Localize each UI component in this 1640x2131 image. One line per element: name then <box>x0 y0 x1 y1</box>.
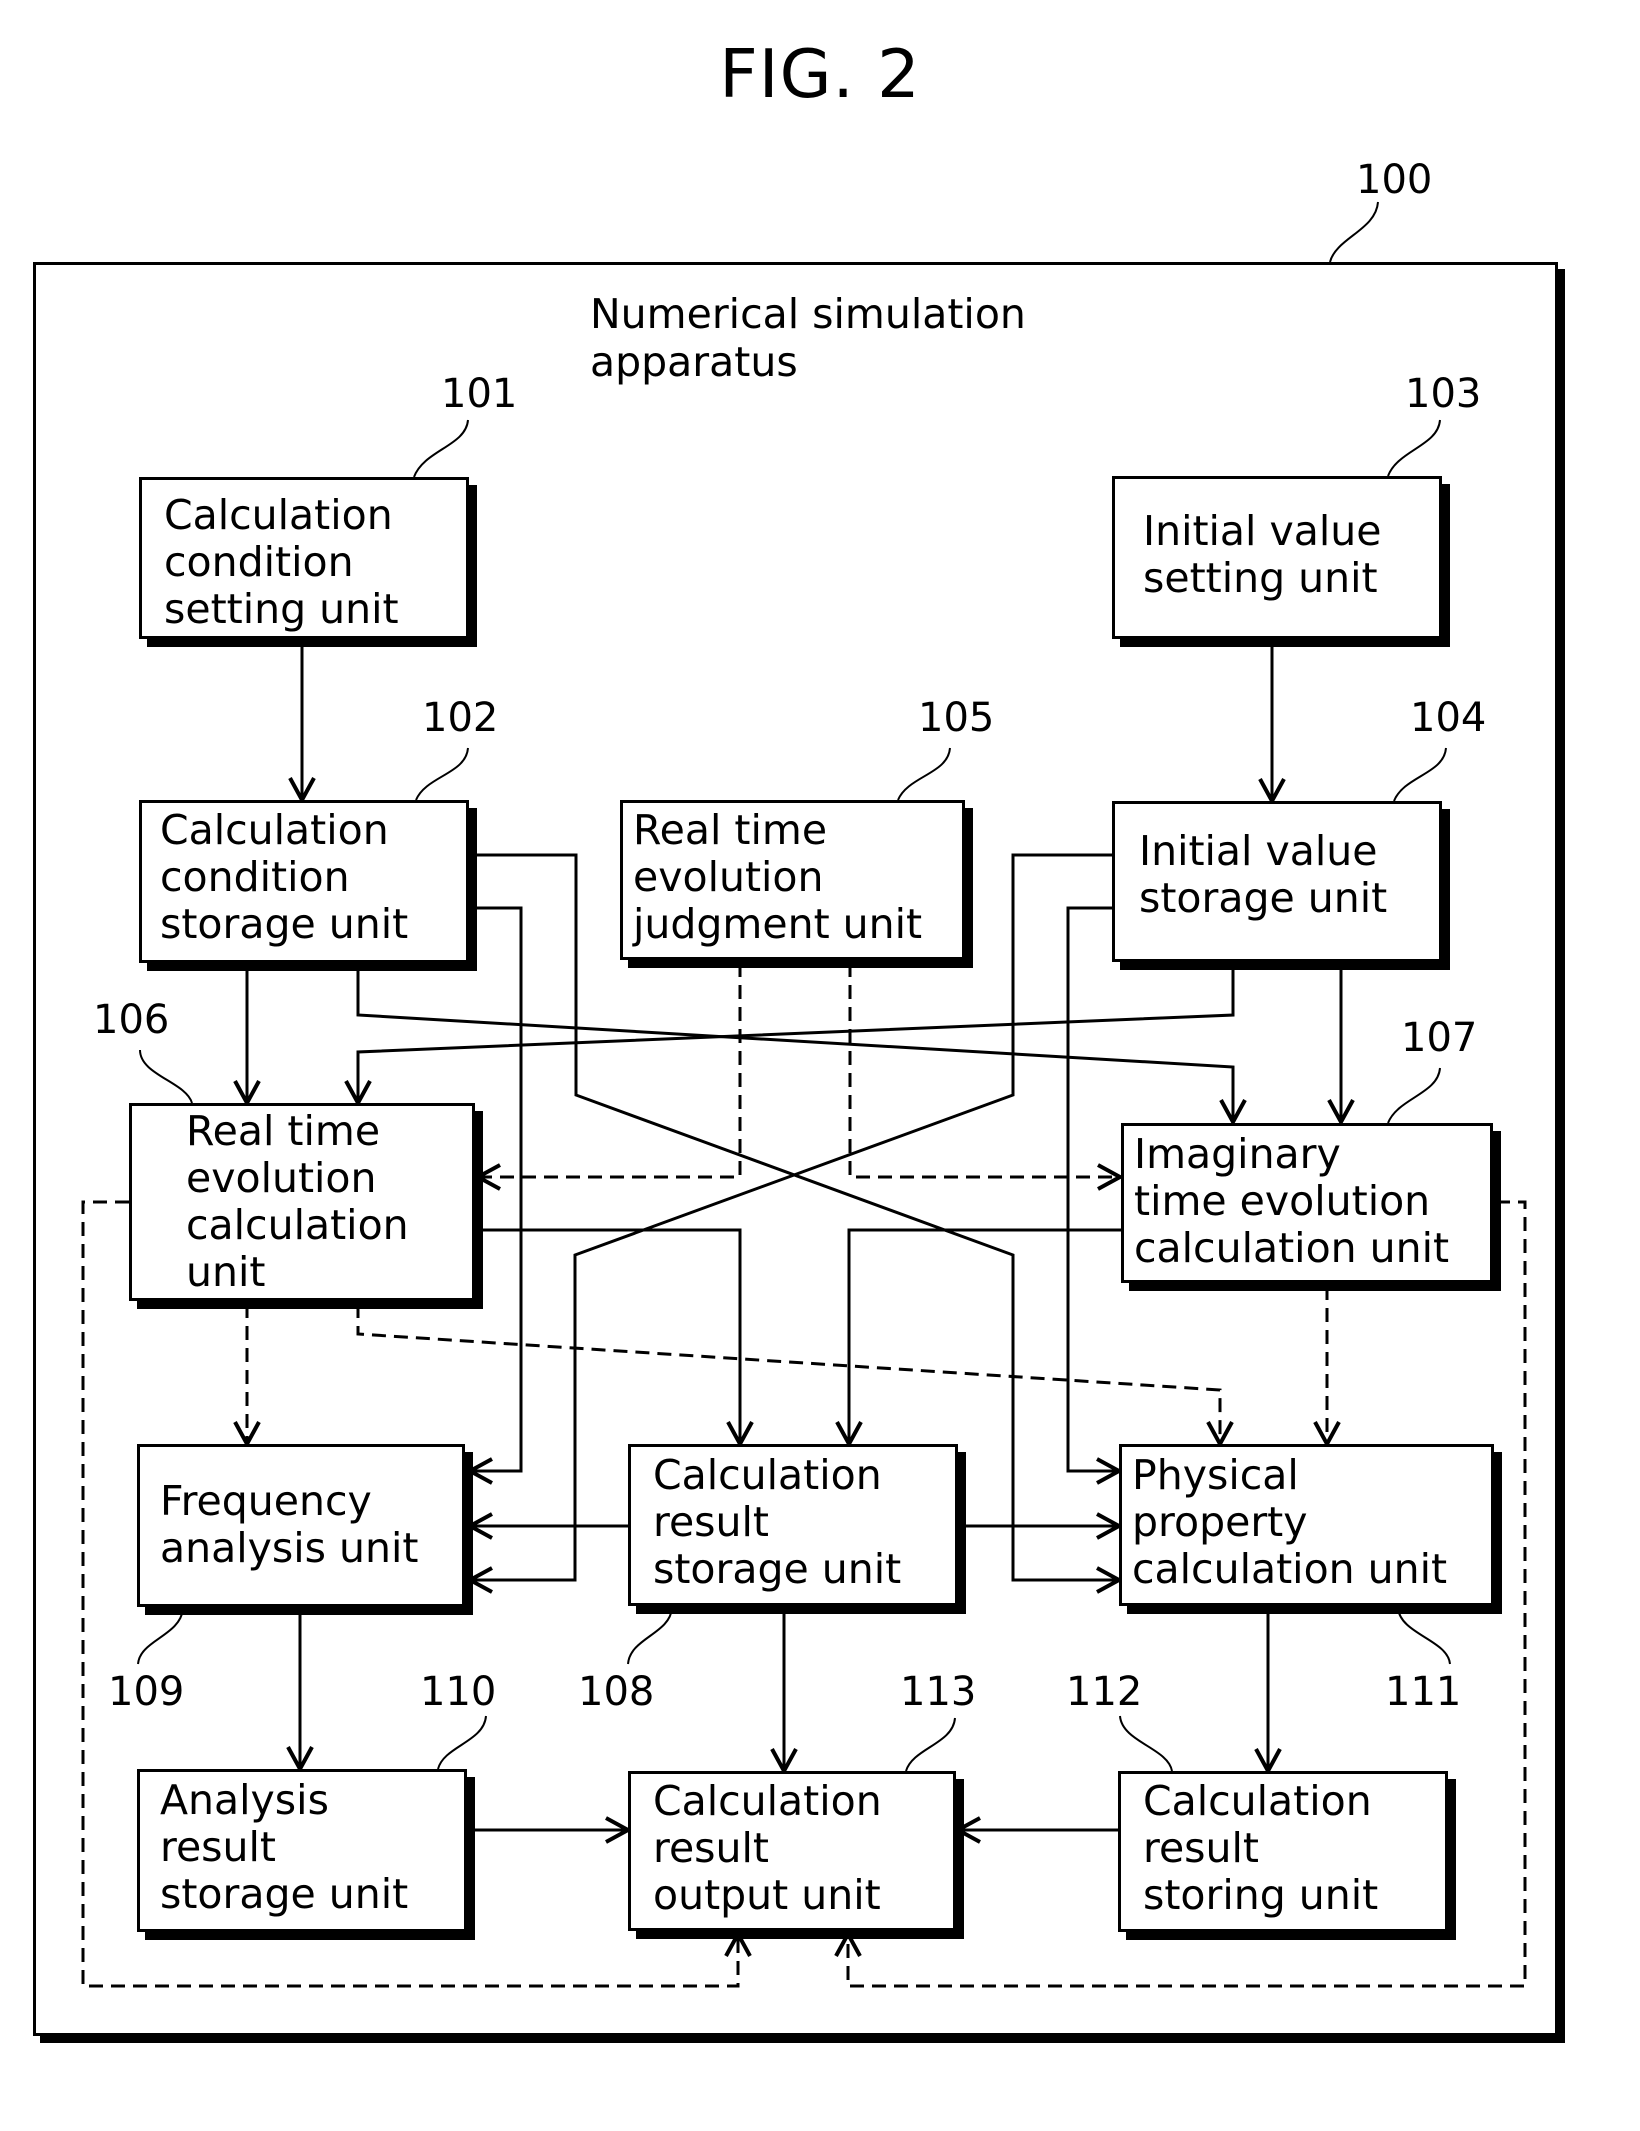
unit-label: Calculation result storage unit <box>653 1451 902 1593</box>
wire-104-111 <box>1066 906 1119 1473</box>
ref-label-109: 109 <box>108 1669 185 1715</box>
unit-label: Frequency analysis unit <box>160 1477 419 1572</box>
leader-110 <box>437 1715 487 1770</box>
unit-real-time-evolution-judgment: Real time evolution judgment unit <box>620 800 965 960</box>
unit-label: Calculation condition setting unit <box>164 491 399 633</box>
leader-100 <box>1329 201 1379 263</box>
wire-105-107 <box>848 963 1120 1179</box>
ref-label-111: 111 <box>1385 1669 1462 1715</box>
unit-label: Analysis result storage unit <box>160 1776 409 1918</box>
ref-label-100: 100 <box>1356 157 1433 203</box>
unit-label: Initial value storage unit <box>1139 827 1388 922</box>
ref-label-102: 102 <box>422 695 499 741</box>
ref-label-105: 105 <box>918 695 995 741</box>
unit-label: Real time evolution judgment unit <box>633 806 923 948</box>
leader-103 <box>1387 419 1441 477</box>
unit-analysis-result-storage: Analysis result storage unit <box>137 1769 467 1932</box>
unit-label: Calculation result output unit <box>653 1777 882 1919</box>
ref-label-106: 106 <box>93 997 170 1043</box>
unit-calculation-result-storage: Calculation result storage unit <box>628 1444 958 1606</box>
ref-label-101: 101 <box>441 371 518 417</box>
unit-label: Physical property calculation unit <box>1132 1451 1448 1593</box>
unit-imaginary-time-evolution-calculation: Imaginary time evolution calculation uni… <box>1121 1123 1493 1283</box>
unit-real-time-evolution-calculation: Real time evolution calculation unit <box>129 1103 475 1301</box>
leader-107 <box>1387 1067 1441 1124</box>
unit-calculation-condition-storage: Calculation condition storage unit <box>139 800 469 963</box>
wire-102-107 <box>356 965 1235 1122</box>
leader-108 <box>627 1607 673 1665</box>
unit-label: Calculation condition storage unit <box>160 806 409 948</box>
wire-102-109 <box>470 906 523 1473</box>
leader-112 <box>1119 1715 1173 1772</box>
unit-frequency-analysis: Frequency analysis unit <box>137 1444 465 1607</box>
ref-label-104: 104 <box>1410 695 1487 741</box>
wire-106-108 <box>478 1228 742 1444</box>
unit-label: Imaginary time evolution calculation uni… <box>1134 1130 1450 1272</box>
wire-105-106 <box>478 963 742 1179</box>
leader-104 <box>1393 747 1447 802</box>
leader-113 <box>905 1717 956 1772</box>
wire-104-106 <box>356 965 1235 1103</box>
leader-109 <box>137 1608 184 1665</box>
unit-label: Initial value setting unit <box>1143 507 1382 602</box>
ref-label-107: 107 <box>1401 1015 1478 1061</box>
unit-label: Real time evolution calculation unit <box>186 1107 409 1296</box>
unit-calculation-result-output: Calculation result output unit <box>628 1771 956 1931</box>
leader-106 <box>139 1049 193 1104</box>
unit-physical-property-calculation: Physical property calculation unit <box>1119 1444 1494 1606</box>
leader-101 <box>413 419 469 478</box>
ref-label-112: 112 <box>1066 1669 1143 1715</box>
ref-label-110: 110 <box>420 1669 497 1715</box>
wire-107-108 <box>847 1228 1121 1444</box>
apparatus-label: Numerical simulation apparatus <box>590 290 1026 386</box>
unit-calculation-result-storing: Calculation result storing unit <box>1118 1771 1448 1932</box>
unit-calculation-condition-setting: Calculation condition setting unit <box>139 477 469 639</box>
ref-label-113: 113 <box>900 1669 977 1715</box>
unit-initial-value-setting: Initial value setting unit <box>1112 476 1442 639</box>
unit-initial-value-storage: Initial value storage unit <box>1112 801 1442 962</box>
ref-label-103: 103 <box>1405 371 1482 417</box>
leader-105 <box>897 747 951 801</box>
unit-label: Calculation result storing unit <box>1143 1777 1379 1919</box>
wire-106-111 <box>356 1304 1222 1444</box>
ref-label-108: 108 <box>578 1669 655 1715</box>
leader-111 <box>1397 1607 1451 1665</box>
leader-102 <box>415 747 469 801</box>
